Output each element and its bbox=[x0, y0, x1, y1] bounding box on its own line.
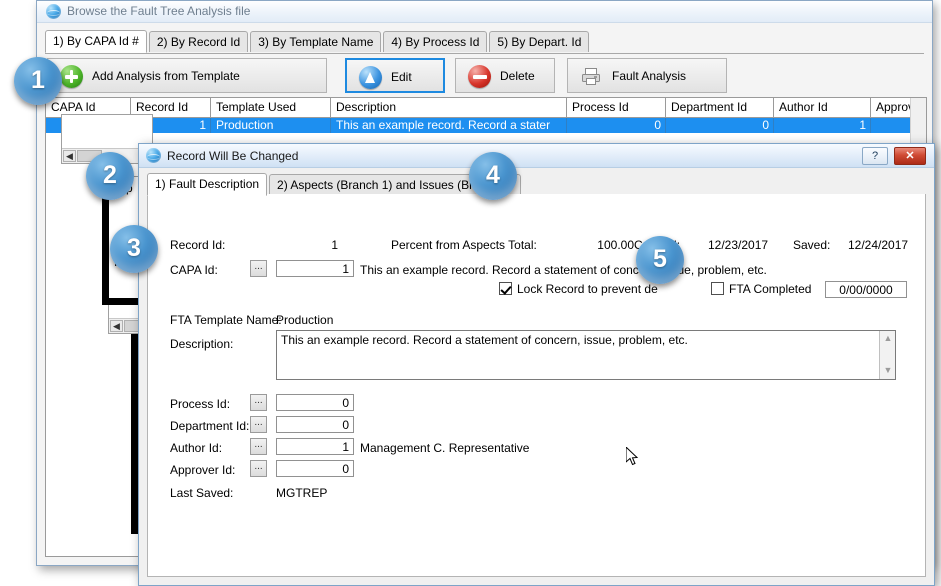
callout-badge-2: 2 bbox=[86, 152, 134, 200]
add-analysis-from-template-button[interactable]: Add Analysis from Template bbox=[47, 58, 327, 93]
main-tabstrip: 1) By CAPA Id # 2) By Record Id 3) By Te… bbox=[45, 31, 924, 54]
help-button[interactable]: ? bbox=[862, 147, 888, 165]
edit-triangle-icon bbox=[359, 66, 382, 89]
column-header-template-used[interactable]: Template Used bbox=[211, 98, 331, 117]
fta-completed-checkbox[interactable] bbox=[711, 282, 724, 295]
edit-button[interactable]: Edit bbox=[345, 58, 445, 93]
dialog-title: Record Will Be Changed bbox=[167, 149, 298, 163]
saved-value: 12/24/2017 bbox=[848, 238, 908, 252]
scroll-left-arrow[interactable]: ◀ bbox=[110, 320, 123, 332]
department-id-label: Department Id: bbox=[170, 419, 249, 433]
process-id-label: Process Id: bbox=[170, 397, 230, 411]
tab-by-record-id[interactable]: 2) By Record Id bbox=[149, 31, 248, 52]
scroll-up-arrow[interactable]: ▲ bbox=[881, 332, 895, 346]
main-window-title: Browse the Fault Tree Analysis file bbox=[67, 4, 250, 18]
description-label: Description: bbox=[170, 337, 233, 351]
add-analysis-from-template-label: Add Analysis from Template bbox=[92, 69, 240, 83]
author-id-input[interactable]: 1 bbox=[276, 438, 354, 455]
tab-by-process-id[interactable]: 4) By Process Id bbox=[383, 31, 487, 52]
fault-analysis-label: Fault Analysis bbox=[612, 69, 686, 83]
main-toolbar: Add Analysis from Template Edit Delete bbox=[45, 54, 924, 97]
description-textarea[interactable]: This an example record. Record a stateme… bbox=[276, 330, 896, 380]
capa-id-browse-button[interactable]: ... bbox=[250, 260, 267, 277]
approver-id-browse-button[interactable]: ... bbox=[250, 460, 267, 477]
callout-badge-5: 5 bbox=[636, 236, 684, 284]
approver-id-label: Approver Id: bbox=[170, 463, 235, 477]
process-id-browse-button[interactable]: ... bbox=[250, 394, 267, 411]
cell-department-id: 0 bbox=[666, 118, 774, 133]
scroll-down-arrow[interactable]: ▼ bbox=[881, 364, 895, 378]
dialog-tabstrip: 1) Fault Description 2) Aspects (Branch … bbox=[147, 174, 926, 195]
tab-by-template-name[interactable]: 3) By Template Name bbox=[250, 31, 381, 52]
description-vertical-scrollbar[interactable]: ▲ ▼ bbox=[879, 331, 895, 379]
dialog-body: 1) Fault Description 2) Aspects (Branch … bbox=[139, 168, 934, 585]
column-header-description[interactable]: Description bbox=[331, 98, 567, 117]
percent-from-aspects-total-value: 100.00 bbox=[578, 238, 634, 252]
cell-process-id: 0 bbox=[567, 118, 666, 133]
author-id-label: Author Id: bbox=[170, 441, 222, 455]
cell-author-id: 1 bbox=[774, 118, 871, 133]
fta-completed-label: FTA Completed bbox=[729, 282, 811, 296]
description-value: This an example record. Record a stateme… bbox=[281, 333, 875, 348]
lock-record-label: Lock Record to prevent de bbox=[517, 282, 658, 296]
author-name-value: Management C. Representative bbox=[360, 441, 529, 455]
department-id-input[interactable]: 0 bbox=[276, 416, 354, 433]
tab-by-depart-id[interactable]: 5) By Depart. Id bbox=[489, 31, 589, 52]
saved-label: Saved: bbox=[793, 238, 830, 252]
fault-description-panel: Record Id: 1 Percent from Aspects Total:… bbox=[147, 194, 926, 577]
delete-button-label: Delete bbox=[500, 69, 535, 83]
department-id-browse-button[interactable]: ... bbox=[250, 416, 267, 433]
approver-id-input[interactable]: 0 bbox=[276, 460, 354, 477]
column-header-department-id[interactable]: Department Id bbox=[666, 98, 774, 117]
record-will-be-changed-dialog: Record Will Be Changed ? ✕ 1) Fault Desc… bbox=[138, 143, 935, 586]
fault-analysis-button[interactable]: Fault Analysis bbox=[567, 58, 727, 93]
capa-id-note: This an example record. Record a stateme… bbox=[360, 263, 767, 277]
author-id-browse-button[interactable]: ... bbox=[250, 438, 267, 455]
scroll-left-arrow[interactable]: ◀ bbox=[63, 150, 76, 162]
delete-minus-icon bbox=[468, 65, 491, 88]
dialog-titlebar: Record Will Be Changed ? ✕ bbox=[139, 144, 934, 168]
tab-by-capa-id[interactable]: 1) By CAPA Id # bbox=[45, 30, 147, 53]
column-header-author-id[interactable]: Author Id bbox=[774, 98, 871, 117]
table-row[interactable]: 1 1 Production This an example record. R… bbox=[46, 118, 926, 133]
printer-icon bbox=[581, 67, 601, 86]
last-saved-label: Last Saved: bbox=[170, 486, 233, 500]
globe-icon bbox=[146, 148, 161, 163]
cell-description: This an example record. Record a stater bbox=[331, 118, 567, 133]
percent-from-aspects-total-label: Percent from Aspects Total: bbox=[391, 238, 537, 252]
fta-completed-date-input[interactable]: 0/00/0000 bbox=[825, 281, 907, 298]
capa-id-label: CAPA Id: bbox=[170, 263, 218, 277]
fta-template-name-label: FTA Template Name: bbox=[170, 313, 282, 327]
globe-icon bbox=[46, 4, 61, 19]
fta-template-name-value: Production bbox=[276, 313, 333, 327]
mouse-cursor bbox=[626, 447, 639, 467]
created-value: 12/23/2017 bbox=[708, 238, 768, 252]
capa-id-input[interactable]: 1 bbox=[276, 260, 354, 277]
record-id-label: Record Id: bbox=[170, 238, 225, 252]
callout-badge-1: 1 bbox=[14, 57, 62, 105]
callout-badge-3: 3 bbox=[110, 225, 158, 273]
edit-button-label: Edit bbox=[391, 70, 412, 84]
process-id-input[interactable]: 0 bbox=[276, 394, 354, 411]
column-header-process-id[interactable]: Process Id bbox=[567, 98, 666, 117]
tab-fault-description[interactable]: 1) Fault Description bbox=[147, 173, 267, 196]
plus-circle-icon bbox=[60, 65, 83, 88]
callout-connector-line bbox=[131, 334, 138, 534]
callout-badge-4: 4 bbox=[469, 152, 517, 200]
main-window-titlebar: Browse the Fault Tree Analysis file bbox=[37, 1, 932, 23]
delete-button[interactable]: Delete bbox=[455, 58, 555, 93]
record-id-value: 1 bbox=[298, 238, 338, 252]
cell-template-used: Production bbox=[211, 118, 331, 133]
close-button[interactable]: ✕ bbox=[894, 147, 926, 165]
last-saved-value: MGTREP bbox=[276, 486, 327, 500]
grid-header-row: CAPA Id Record Id Template Used Descript… bbox=[46, 98, 926, 118]
lock-record-checkbox[interactable] bbox=[499, 282, 512, 295]
